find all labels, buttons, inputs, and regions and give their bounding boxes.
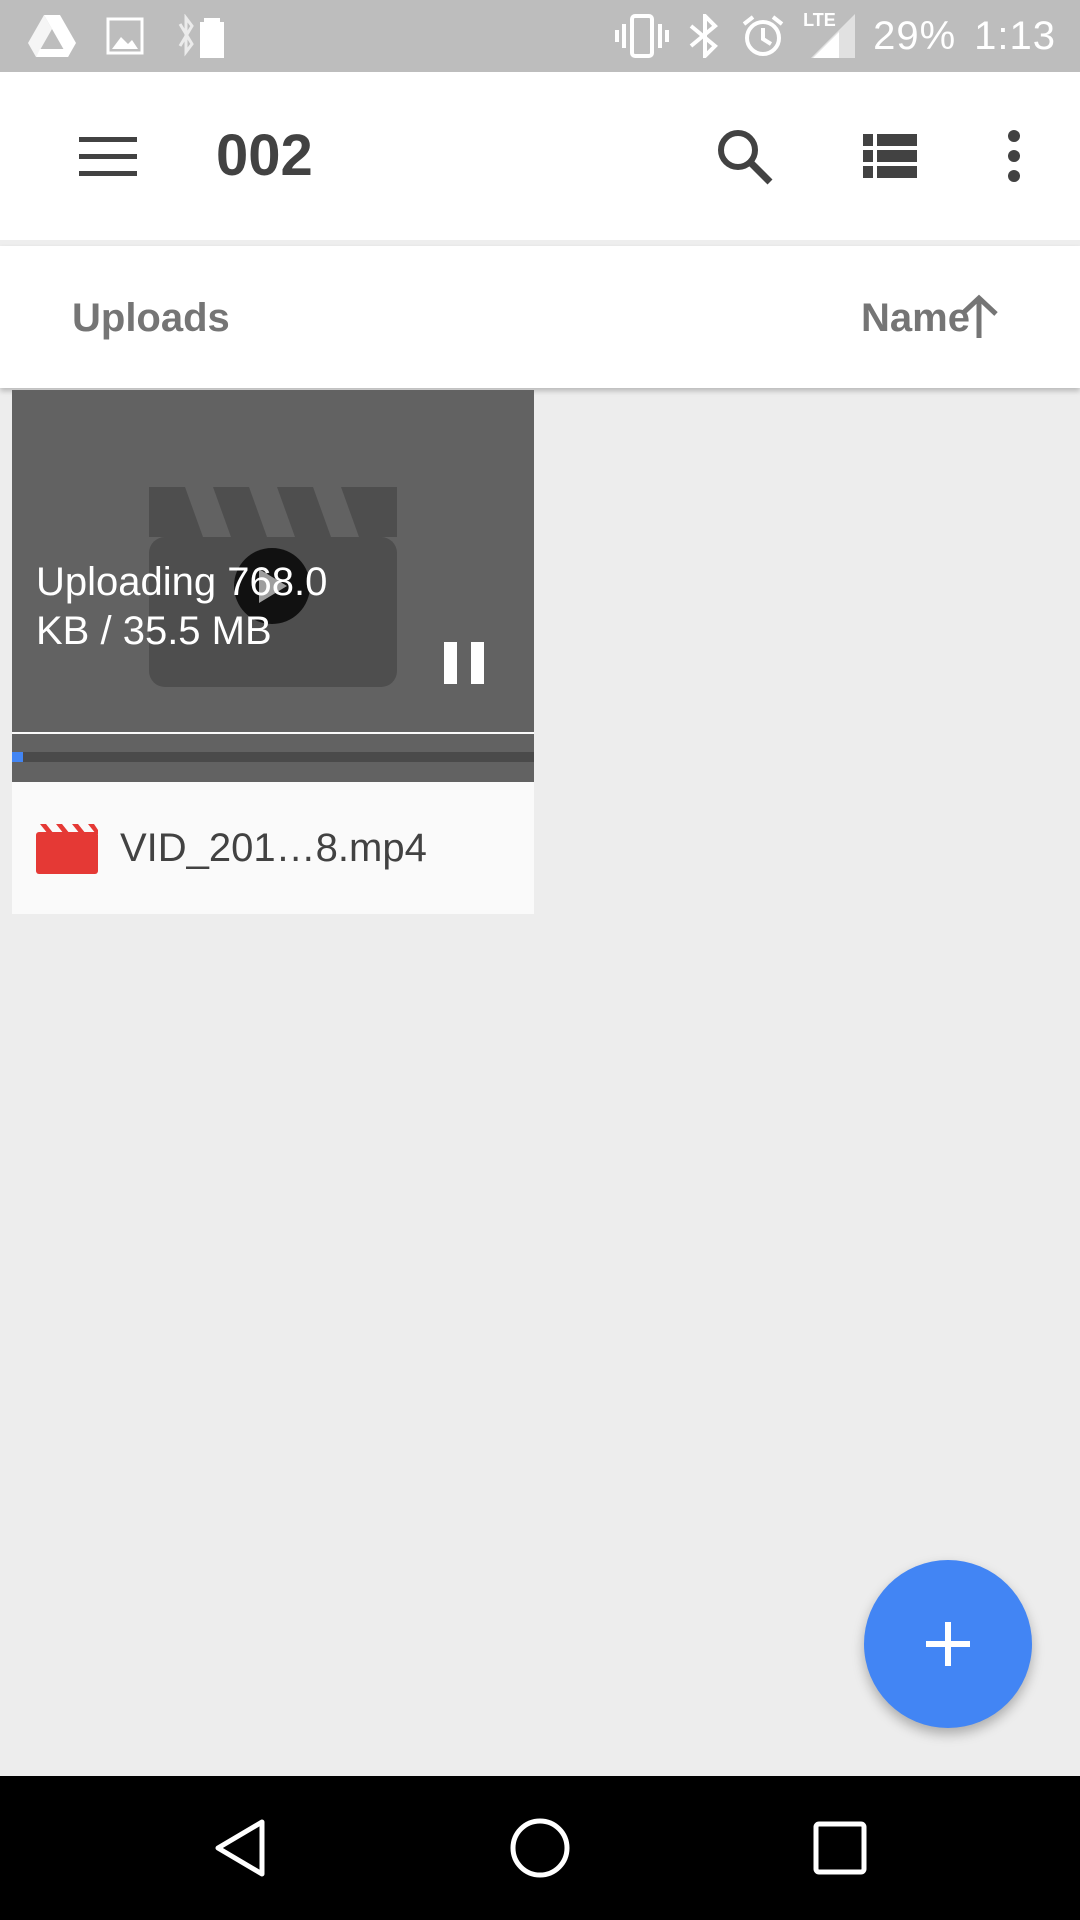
add-button[interactable]	[864, 1560, 1032, 1728]
list-view-icon	[863, 134, 917, 178]
upload-thumbnail: Uploading 768.0 KB / 35.5 MB	[12, 390, 534, 732]
progress-track	[12, 752, 534, 762]
more-vert-icon	[1008, 130, 1020, 182]
vibrate-icon	[615, 14, 670, 58]
home-button[interactable]	[500, 1808, 580, 1888]
pause-icon[interactable]	[442, 640, 486, 686]
home-icon	[510, 1818, 570, 1878]
drive-icon	[28, 15, 76, 57]
progress-fill	[12, 752, 23, 762]
sort-bar: Uploads Name	[0, 246, 1080, 388]
recents-icon	[813, 1821, 867, 1875]
network-type-label: LTE	[803, 10, 836, 30]
upload-card[interactable]: Uploading 768.0 KB / 35.5 MB VID_201…8.m…	[12, 390, 534, 914]
menu-button[interactable]	[76, 124, 140, 188]
search-button[interactable]	[712, 124, 776, 188]
upload-status-text: Uploading 768.0 KB / 35.5 MB	[36, 560, 328, 653]
menu-icon	[79, 137, 137, 176]
signal-icon: LTE	[803, 10, 856, 58]
plus-icon	[926, 1622, 970, 1666]
battery-percent: 29%	[873, 13, 957, 58]
video-file-icon	[36, 824, 98, 874]
bluetooth-icon	[689, 14, 719, 58]
search-icon	[718, 130, 773, 185]
back-icon	[215, 1819, 265, 1877]
arrow-up-icon[interactable]	[954, 292, 1004, 342]
bluetooth-battery-icon	[178, 14, 224, 58]
recents-button[interactable]	[800, 1808, 880, 1888]
alarm-icon	[742, 15, 784, 56]
status-bar: LTE 29% 1:13	[0, 0, 1080, 72]
clock-time: 1:13	[974, 13, 1056, 58]
page-title: 002	[216, 123, 313, 188]
app-toolbar: 002	[0, 72, 1080, 240]
section-label: Uploads	[72, 296, 230, 340]
list-view-button[interactable]	[858, 124, 922, 188]
back-button[interactable]	[200, 1808, 280, 1888]
system-nav-bar	[0, 1776, 1080, 1920]
upload-progress	[12, 734, 534, 782]
status-bar-right: LTE 29% 1:13	[615, 10, 1056, 60]
status-bar-left	[28, 12, 230, 60]
image-icon	[106, 17, 144, 55]
file-name: VID_201…8.mp4	[120, 826, 427, 870]
more-options-button[interactable]	[982, 124, 1046, 188]
